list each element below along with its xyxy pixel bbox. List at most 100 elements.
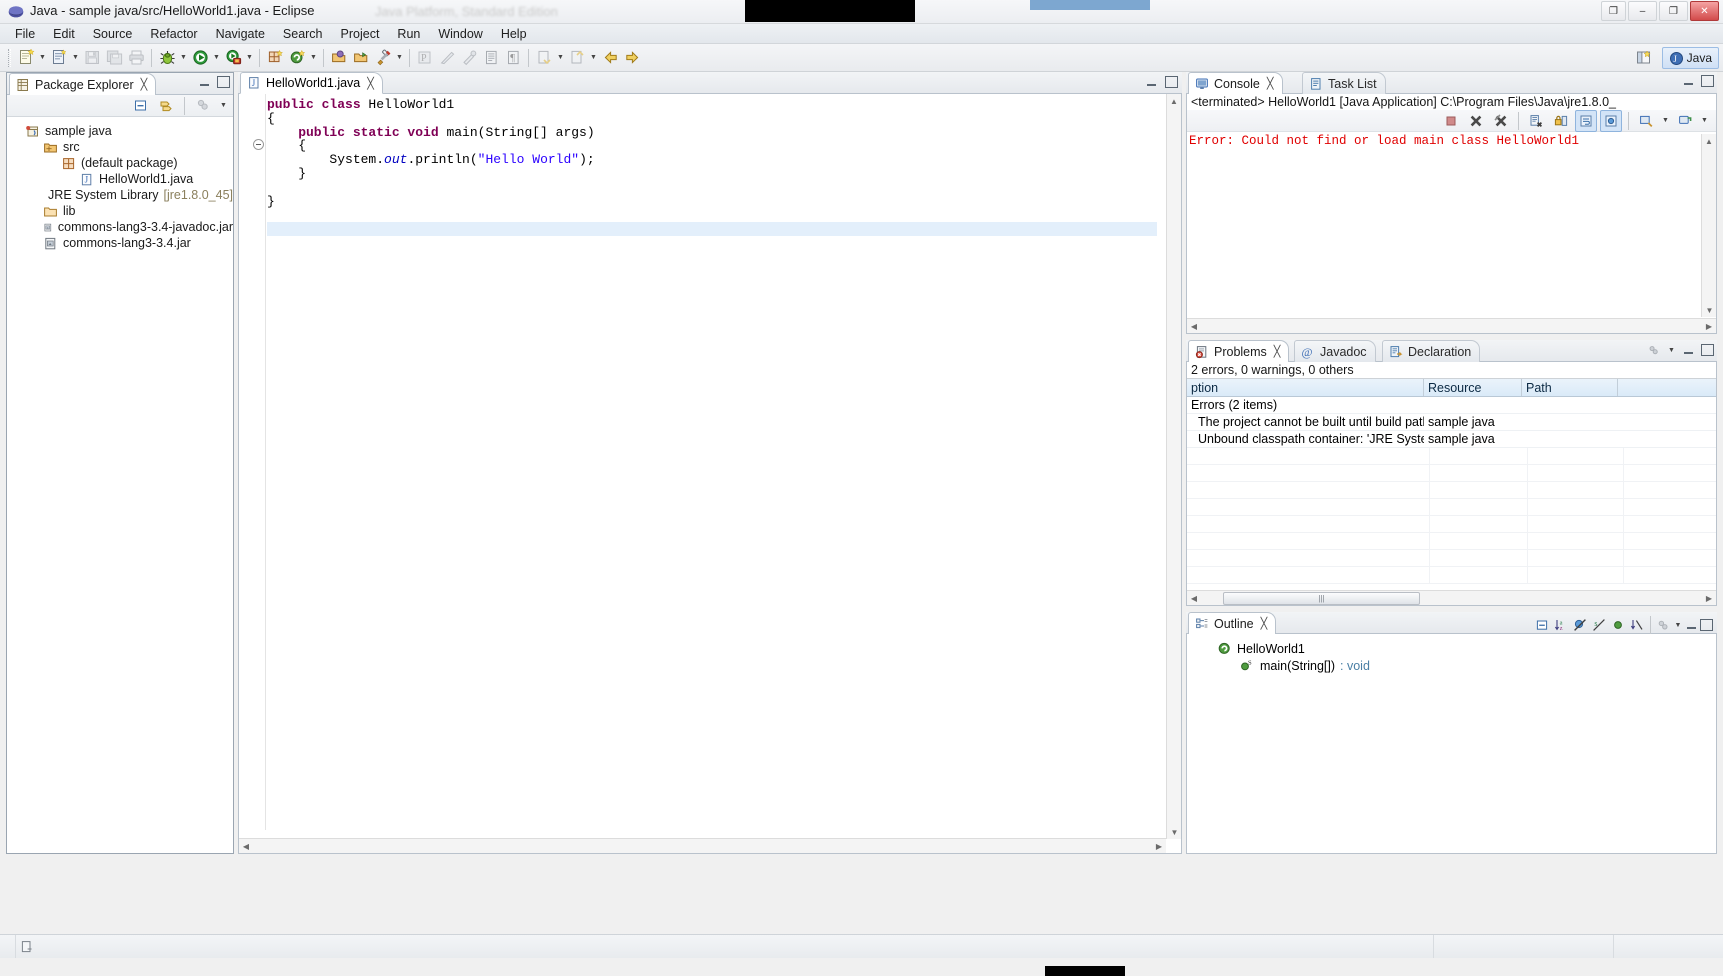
skip-all-breakpoints-icon[interactable] [436,47,458,69]
hide-local-types-icon[interactable] [1628,617,1645,634]
tab-outline-close-icon[interactable]: ╳ [1261,617,1268,630]
table-row[interactable]: The project cannot be built until build … [1187,414,1716,431]
previous-annotation-icon[interactable] [566,47,588,69]
remove-all-terminated-icon[interactable] [1490,110,1512,132]
menu-edit[interactable]: Edit [44,25,84,43]
window-maximize-button[interactable]: ❐ [1659,1,1688,21]
next-annotation-icon[interactable] [533,47,555,69]
remove-launch-icon[interactable] [1465,110,1487,132]
view-menu-icon[interactable] [1656,618,1671,633]
console-horizontal-scrollbar[interactable]: ◀ ▶ [1187,318,1716,333]
problems-horizontal-scrollbar[interactable]: ◀ ||| ▶ [1187,590,1716,605]
new-java-package-icon[interactable] [264,47,286,69]
open-task-icon[interactable] [350,47,372,69]
menu-run[interactable]: Run [388,25,429,43]
tab-problems-close-icon[interactable]: ╳ [1274,345,1281,358]
tab-task-list[interactable]: Task List [1302,72,1386,94]
editor-gutter[interactable] [239,94,266,830]
display-selected-console-icon[interactable] [1635,110,1657,132]
toggle-mark-occurrences-icon[interactable]: P [414,47,436,69]
problems-scroll-thumb[interactable]: ||| [1223,592,1420,605]
open-type-icon[interactable] [328,47,350,69]
hide-nonpublic-icon[interactable] [1609,617,1626,634]
tab-console[interactable]: Console ╳ [1188,72,1283,94]
run-coverage-dropdown-icon[interactable]: ▼ [244,47,255,69]
editor-code-content[interactable]: public class HelloWorld1{ public static … [267,98,1157,208]
tab-package-explorer[interactable]: Package Explorer ╳ [9,73,156,95]
outline-maximize-icon[interactable] [1700,619,1713,632]
new-java-project-icon[interactable] [48,47,70,69]
view-dropdown-icon[interactable]: ▼ [1673,614,1683,636]
link-with-editor-icon[interactable] [155,95,177,117]
next-annotation-dropdown-icon[interactable]: ▼ [555,47,566,69]
console-scroll-left-icon[interactable]: ◀ [1187,319,1201,334]
problems-maximize-icon[interactable] [1701,344,1714,357]
window-restore-button[interactable]: ❐ [1601,1,1626,21]
previous-annotation-dropdown-icon[interactable]: ▼ [588,47,599,69]
debug-dropdown-icon[interactable]: ▼ [178,47,189,69]
problems-group-row[interactable]: Errors (2 items) [1187,397,1716,414]
console-maximize-icon[interactable] [1701,75,1714,88]
outline-item-class[interactable]: HelloWorld1 [1187,640,1716,657]
tree-item-lib[interactable]: lib [7,203,233,219]
console-scroll-right-icon[interactable]: ▶ [1702,319,1716,334]
editor-scroll-down-icon[interactable]: ▼ [1167,825,1182,839]
editor-maximize-icon[interactable] [1165,76,1178,89]
problems-view-dropdown-icon[interactable]: ▼ [1667,344,1676,357]
collapse-all-icon[interactable] [129,95,151,117]
search-dropdown-icon[interactable]: ▼ [394,47,405,69]
problems-column-resource[interactable]: Resource [1424,379,1522,396]
perspective-java-button[interactable]: J Java [1662,47,1719,69]
tab-outline[interactable]: Outline ╳ [1188,612,1276,634]
problems-column-description[interactable]: ption [1187,379,1424,396]
outline-minimize-icon[interactable] [1685,619,1698,632]
tree-item-jre-library[interactable]: JRE System Library [jre1.8.0_45] [7,187,233,203]
menu-refactor[interactable]: Refactor [141,25,206,43]
hide-static-icon[interactable]: s [1590,617,1607,634]
editor-horizontal-scrollbar[interactable]: ◀ ▶ [239,838,1166,853]
console-scroll-up-icon[interactable]: ▲ [1702,134,1716,148]
console-minimize-icon[interactable] [1682,75,1695,88]
console-vertical-scrollbar[interactable]: ▲ ▼ [1701,134,1716,317]
new-wizard-icon[interactable] [15,47,37,69]
collapse-all-icon[interactable] [1533,617,1550,634]
console-output-text[interactable]: Error: Could not find or load main class… [1189,134,1700,148]
display-selected-console-dropdown-icon[interactable]: ▼ [1660,110,1671,132]
new-wizard-dropdown-icon[interactable]: ▼ [37,47,48,69]
package-explorer-maximize-icon[interactable] [217,76,230,89]
hide-fields-icon[interactable] [1571,617,1588,634]
sort-icon[interactable]: a z [1552,617,1569,634]
tree-item-java-file[interactable]: J HelloWorld1.java [7,171,233,187]
run-coverage-icon[interactable] [222,47,244,69]
outline-item-method[interactable]: S main(String[]) : void [1187,657,1716,674]
editor-scroll-left-icon[interactable]: ◀ [239,839,253,854]
window-close-button[interactable]: ✕ [1690,1,1719,21]
back-icon[interactable] [599,47,621,69]
menu-navigate[interactable]: Navigate [207,25,274,43]
table-row[interactable]: Unbound classpath container: 'JRE System… [1187,431,1716,448]
fold-collapse-icon[interactable] [253,139,264,150]
save-all-icon[interactable] [103,47,125,69]
search-icon[interactable] [372,47,394,69]
save-icon[interactable] [81,47,103,69]
print-icon[interactable] [125,47,147,69]
word-wrap-icon[interactable] [1575,110,1597,132]
terminate-icon[interactable] [1440,110,1462,132]
menu-source[interactable]: Source [84,25,142,43]
new-class-dropdown-icon[interactable]: ▼ [308,47,319,69]
menu-file[interactable]: File [6,25,44,43]
view-menu-icon[interactable] [192,95,214,117]
problems-scroll-right-icon[interactable]: ▶ [1702,591,1716,606]
console-view-menu-icon[interactable]: ▼ [1699,110,1710,132]
tree-item-jar[interactable]: commons-lang3-3.4.jar [7,235,233,251]
scroll-lock-icon[interactable] [1550,110,1572,132]
pin-console-icon[interactable] [1600,110,1622,132]
problems-view-menu-icon[interactable] [1647,343,1661,357]
tab-console-close-icon[interactable]: ╳ [1267,77,1274,90]
view-dropdown-icon[interactable]: ▼ [218,95,229,117]
editor-minimize-icon[interactable] [1145,76,1158,89]
menu-window[interactable]: Window [429,25,491,43]
editor-scroll-right-icon[interactable]: ▶ [1152,839,1166,854]
clear-console-icon[interactable] [1525,110,1547,132]
toolbar-grip[interactable] [8,49,11,67]
